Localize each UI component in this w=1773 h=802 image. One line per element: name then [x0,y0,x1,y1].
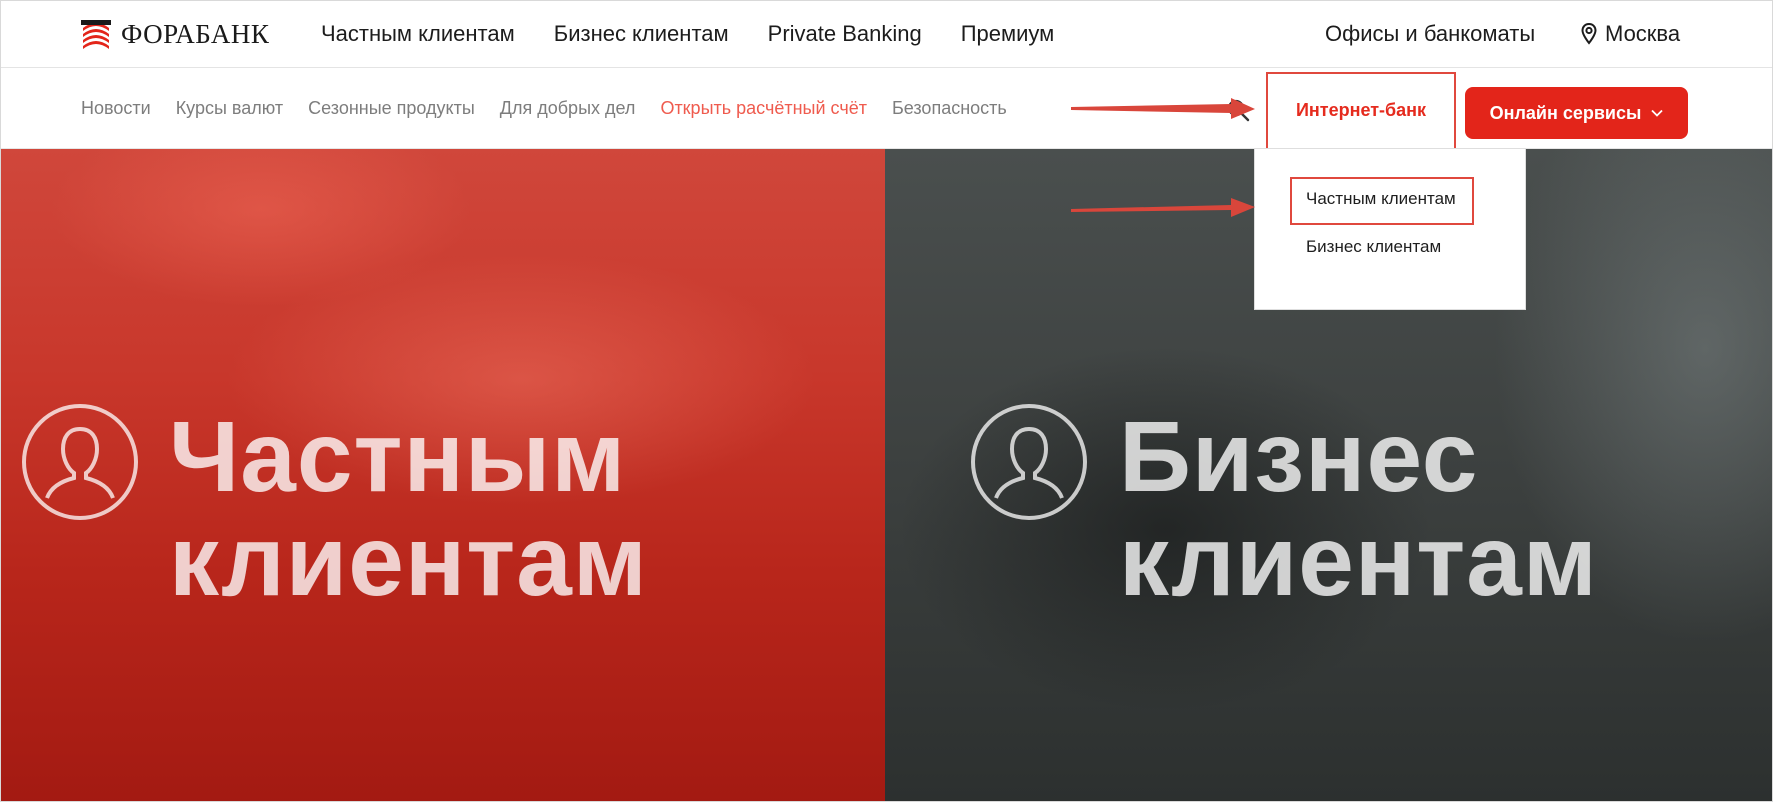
online-services-button[interactable]: Онлайн сервисы [1465,87,1688,139]
internet-bank-dropdown: Частным клиентам Бизнес клиентам [1254,148,1526,310]
nav-business-clients[interactable]: Бизнес клиентам [554,21,729,47]
nav-private-banking[interactable]: Private Banking [768,21,922,47]
subnav-good-deeds[interactable]: Для добрых дел [500,98,636,119]
city-selector[interactable]: Москва [1581,21,1680,47]
annotation-arrow-icon [1071,198,1255,217]
business-title-line2: клиентам [1119,505,1598,617]
logo-mark-icon [81,19,111,50]
private-title-line2: клиентам [169,505,648,617]
brand-name: ФОРАБАНК [121,19,270,49]
annotation-highlight-private-clients [1290,177,1474,225]
chevron-down-icon [1651,109,1664,117]
top-header: ФОРАБАНК Частным клиентам Бизнес клиента… [1,1,1772,68]
main-nav: Частным клиентам Бизнес клиентам Private… [321,21,1093,47]
subnav-seasonal-products[interactable]: Сезонные продукты [308,98,475,119]
nav-premium[interactable]: Премиум [961,21,1055,47]
user-circle-icon [971,404,1087,520]
subnav-exchange-rates[interactable]: Курсы валют [176,98,283,119]
subnav-security[interactable]: Безопасность [892,98,1007,119]
sub-header: Новости Курсы валют Сезонные продукты Дл… [1,68,1772,158]
subnav-open-account[interactable]: Открыть расчётный счёт [660,98,867,119]
offices-atms-link[interactable]: Офисы и банкоматы [1325,21,1535,47]
online-services-label: Онлайн сервисы [1489,102,1642,123]
city-label: Москва [1605,21,1681,46]
nav-private-clients[interactable]: Частным клиентам [321,21,515,47]
location-pin-icon [1581,23,1597,45]
browser-frame: ФОРАБАНК Частным клиентам Бизнес клиента… [0,0,1773,802]
logo[interactable]: ФОРАБАНК [81,19,269,50]
sub-nav: Новости Курсы валют Сезонные продукты Дл… [81,98,1032,119]
annotation-highlight-internet-bank [1266,72,1456,158]
dropdown-item-business-clients[interactable]: Бизнес клиентам [1306,237,1441,257]
private-clients-panel[interactable]: Частным клиентам [1,149,885,801]
private-clients-title: Частным клиентам [169,405,648,613]
business-clients-title: Бизнес клиентам [1119,405,1598,613]
private-title-line1: Частным [169,401,627,513]
annotation-arrow-icon [1071,98,1255,119]
subnav-news[interactable]: Новости [81,98,151,119]
business-title-line1: Бизнес [1119,401,1479,513]
user-circle-icon [22,404,138,520]
